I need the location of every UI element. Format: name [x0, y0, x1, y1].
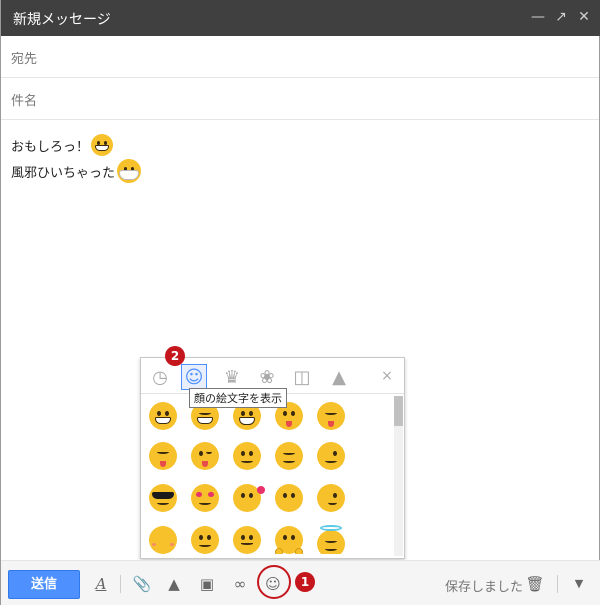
emoji-grin[interactable] [149, 402, 177, 430]
message-body[interactable]: おもしろっ！ 風邪ひいちゃった [11, 132, 142, 184]
picker-scrollbar[interactable] [394, 396, 403, 556]
more-options-icon[interactable]: ▼ [567, 572, 591, 596]
mask-face-icon [117, 159, 142, 183]
emoji-slight-smile[interactable] [233, 526, 261, 554]
body-line-1-text: おもしろっ！ [11, 139, 90, 155]
crown-icon[interactable]: ♛ [219, 364, 245, 390]
toolbar-divider [120, 575, 121, 593]
subject-label: 件名 [11, 94, 38, 109]
body-line-2: 風邪ひいちゃった [11, 158, 142, 184]
annotation-highlight-circle [257, 565, 291, 599]
window-title: 新規メッセージ [13, 12, 111, 28]
emoji-angel[interactable] [317, 524, 345, 554]
to-field[interactable]: 宛先 [1, 36, 599, 78]
emoji-kiss[interactable] [275, 484, 303, 512]
emoji-smile[interactable] [233, 442, 261, 470]
subject-field[interactable]: 件名 [1, 78, 599, 120]
emoji-smirk[interactable] [317, 484, 345, 512]
emoji-cool[interactable] [149, 484, 177, 512]
emoji-grid [147, 402, 387, 554]
emoji-wink[interactable] [317, 442, 345, 470]
attach-icon[interactable]: 📎 [130, 572, 154, 596]
emoji-smile-plain[interactable] [191, 526, 219, 554]
send-button[interactable]: 送信 [8, 570, 80, 599]
drive-icon[interactable]: ▲ [162, 572, 186, 596]
popout-icon[interactable]: ↗ [552, 8, 570, 26]
toolbar-divider [557, 575, 558, 593]
recent-icon[interactable]: ◷ [147, 364, 173, 390]
emoji-yum[interactable] [149, 442, 177, 470]
annotation-badge-1: 1 [295, 572, 315, 592]
emoji-heart-eyes[interactable] [191, 484, 219, 512]
trash-icon[interactable]: 🗑 [523, 572, 547, 596]
emoji-wink-tongue[interactable] [191, 442, 219, 470]
photo-icon[interactable]: ▣ [195, 572, 219, 596]
save-status: 保存しました [445, 580, 524, 595]
body-line-1: おもしろっ！ [11, 132, 141, 158]
to-label: 宛先 [11, 52, 38, 67]
emoji-laugh[interactable] [317, 402, 345, 430]
link-icon[interactable]: ∞ [228, 572, 252, 596]
tooltip: 顔の絵文字を表示 [189, 388, 287, 408]
emoji-hug[interactable] [275, 526, 303, 554]
minimize-icon[interactable]: — [529, 8, 547, 26]
emoji-kiss-heart[interactable] [233, 484, 265, 512]
body-line-2-text: 風邪ひいちゃった [11, 165, 116, 181]
car-icon[interactable]: ◫ [289, 364, 315, 390]
grinning-face-icon [91, 134, 114, 156]
picker-scrollbar-thumb[interactable] [394, 396, 403, 426]
picker-close-button[interactable]: × [377, 366, 397, 386]
emoji-content[interactable] [275, 442, 303, 470]
title-bar: 新規メッセージ — ↗ ✕ [1, 0, 600, 36]
format-text-icon[interactable]: A [89, 572, 113, 596]
flower-icon[interactable]: ❀ [254, 364, 280, 390]
compose-window: 新規メッセージ — ↗ ✕ 宛先 件名 おもしろっ！ 風邪ひいちゃった ◷ ☺ … [0, 0, 600, 605]
close-icon[interactable]: ✕ [575, 8, 593, 26]
face-icon[interactable]: ☺ [181, 364, 207, 390]
triangle-icon[interactable]: ▲ [326, 364, 352, 390]
annotation-badge-2: 2 [165, 346, 185, 366]
emoji-kiss-blush[interactable] [149, 526, 177, 554]
